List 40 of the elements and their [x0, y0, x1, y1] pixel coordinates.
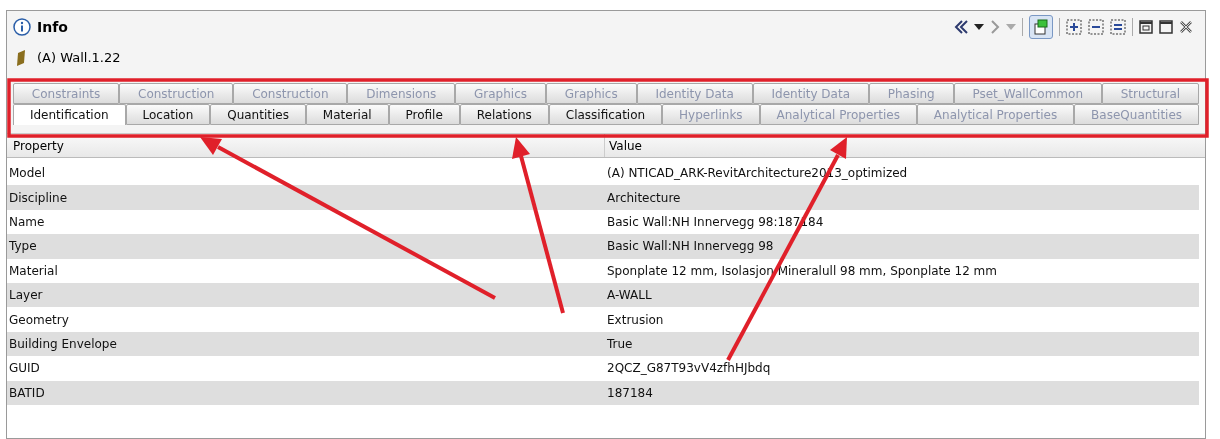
- panel-title: Info: [37, 17, 68, 37]
- table-cell-text: 187184: [606, 384, 654, 402]
- table-cell-text: Architecture: [606, 189, 682, 207]
- table-cell-text: Type: [8, 238, 38, 256]
- maximize-icon[interactable]: [1159, 20, 1173, 34]
- tab[interactable]: Location: [125, 104, 211, 125]
- tab[interactable]: Profile: [388, 104, 460, 125]
- table-cell-text: Extrusion: [606, 311, 665, 329]
- back-icon[interactable]: [954, 19, 968, 35]
- table-cell-text: Layer: [8, 287, 44, 305]
- tab[interactable]: Material: [305, 104, 389, 125]
- dropdown-icon[interactable]: [974, 24, 984, 30]
- tab[interactable]: Classification: [548, 104, 663, 125]
- tab[interactable]: Quantities: [210, 104, 306, 125]
- close-icon[interactable]: [1179, 20, 1193, 34]
- table-cell-text: GUID: [8, 360, 41, 378]
- pin-button[interactable]: [1029, 15, 1053, 39]
- expand-icon[interactable]: [1066, 19, 1082, 35]
- tab[interactable]: Identification: [13, 104, 126, 125]
- table-cell-text: BATID: [8, 384, 46, 402]
- restore-icon[interactable]: [1139, 20, 1153, 34]
- forward-icon[interactable]: [990, 19, 1000, 35]
- list-icon[interactable]: [1110, 19, 1126, 35]
- table-cell-text: Sponplate 12 mm, Isolasjon Mineralull 98 mm, Sponplate 12 mm: [606, 262, 998, 280]
- collapse-icon[interactable]: [1088, 19, 1104, 35]
- table-cell-text: Model: [8, 165, 47, 183]
- column-header[interactable]: Value: [605, 134, 1205, 157]
- table-cell-text: Name: [8, 213, 46, 231]
- table-cell-text: Building Envelope: [8, 335, 118, 353]
- info-icon: [13, 18, 31, 36]
- table-cell-text: Discipline: [8, 189, 69, 207]
- table-cell-text: Geometry: [8, 311, 70, 329]
- table-cell-text: Basic Wall:NH Innervegg 98: [606, 238, 775, 256]
- table-cell-text: A-WALL: [606, 287, 653, 305]
- table-cell-text: True: [606, 335, 634, 353]
- table-cell-text: Material: [8, 262, 59, 280]
- tab[interactable]: Relations: [459, 104, 549, 125]
- element-label: (A) Wall.1.22: [37, 49, 121, 68]
- wall-icon: [15, 49, 27, 67]
- table-cell-text: 2QCZ_G87T93vV4zfhHJbdq: [606, 360, 772, 378]
